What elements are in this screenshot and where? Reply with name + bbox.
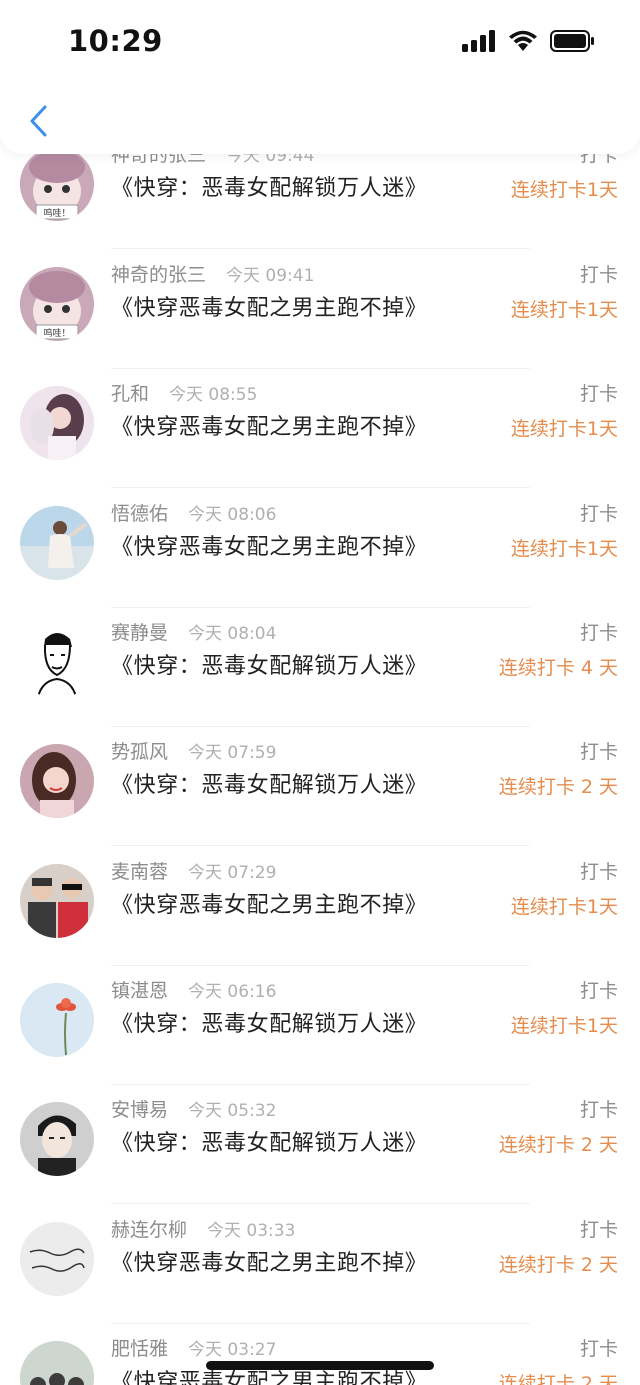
book-title[interactable]: 《快穿：恶毒女配解锁万人迷》 [111,1125,427,1157]
name-line: 神奇的张三 今天 09:41 [111,260,314,287]
book-title[interactable]: 《快穿恶毒女配之男主跑不掉》 [111,529,427,561]
book-title[interactable]: 《快穿：恶毒女配解锁万人迷》 [111,170,427,202]
row-divider [111,845,530,846]
streak-label: 连续打卡1天 [510,1015,618,1037]
checkin-label: 打卡 [579,503,618,525]
name-line: 肥恬雅 今天 03:27 [111,1334,276,1361]
streak-label: 连续打卡1天 [510,538,618,560]
battery-icon [550,30,596,56]
name-line: 安博易 今天 05:32 [111,1095,276,1122]
book-title[interactable]: 《快穿恶毒女配之男主跑不掉》 [111,887,427,919]
flower-avatar[interactable] [20,983,94,1057]
book-title[interactable]: 《快穿恶毒女配之男主跑不掉》 [111,290,427,322]
checkin-label: 打卡 [579,1338,618,1360]
user-name[interactable]: 孔和 [111,379,149,406]
name-line: 孔和 今天 08:55 [111,379,257,406]
wifi-icon [508,30,538,56]
name-line: 赛静曼 今天 08:04 [111,618,276,645]
list-item[interactable]: 赛静曼 今天 08:04 《快穿：恶毒女配解锁万人迷》 打卡 连续打卡 4 天 [0,608,640,727]
checkin-time: 今天 09:41 [226,266,315,286]
checkin-time: 今天 07:29 [188,863,277,883]
book-title[interactable]: 《快穿恶毒女配之男主跑不掉》 [111,1245,427,1277]
checkin-label: 打卡 [579,383,618,405]
list-item[interactable]: 呜哇！ 神奇的张三 今天 09:41 《快穿恶毒女配之男主跑不掉》 打卡 连续打… [0,250,640,369]
user-name[interactable]: 安博易 [111,1095,168,1122]
name-line: 镇湛恩 今天 06:16 [111,976,276,1003]
row-divider [111,487,530,488]
name-line: 赫连尔柳 今天 03:33 [111,1215,295,1242]
beach-photo-avatar[interactable] [20,506,94,580]
checkin-time: 今天 07:59 [188,743,277,763]
name-line: 麦南蓉 今天 07:29 [111,857,276,884]
couple-photo-avatar[interactable] [20,864,94,938]
list-item[interactable]: 肥恬雅 今天 03:27 《快穿恶毒女配之男主跑不掉》 打卡 连续打卡 2 天 [0,1324,640,1385]
svg-text:呜哇！: 呜哇！ [43,207,70,219]
checkin-time: 今天 08:04 [188,624,277,644]
checkin-label: 打卡 [579,264,618,286]
user-name[interactable]: 势孤风 [111,737,168,764]
woman-portrait-avatar[interactable] [20,744,94,818]
anime-girl-avatar[interactable]: 呜哇！ [20,267,94,341]
book-title[interactable]: 《快穿恶毒女配之男主跑不掉》 [111,409,427,441]
user-name[interactable]: 神奇的张三 [111,260,206,287]
checkin-label: 打卡 [579,622,618,644]
girl-photo-avatar[interactable] [20,386,94,460]
checkin-time: 今天 03:27 [188,1340,277,1360]
group-photo-avatar[interactable] [20,1341,94,1385]
back-button[interactable] [18,98,58,144]
checkin-label: 打卡 [579,741,618,763]
checkin-time: 今天 03:33 [207,1221,296,1241]
streak-label: 连续打卡 2 天 [498,776,618,798]
streak-label: 连续打卡 2 天 [498,1254,618,1276]
list-item[interactable]: 孔和 今天 08:55 《快穿恶毒女配之男主跑不掉》 打卡 连续打卡1天 [0,369,640,488]
book-title[interactable]: 《快穿：恶毒女配解锁万人迷》 [111,767,427,799]
sketch-man-avatar[interactable] [20,625,94,699]
list-item[interactable]: 镇湛恩 今天 06:16 《快穿：恶毒女配解锁万人迷》 打卡 连续打卡1天 [0,966,640,1085]
list-item[interactable]: 悟德佑 今天 08:06 《快穿恶毒女配之男主跑不掉》 打卡 连续打卡1天 [0,489,640,608]
checkin-label: 打卡 [579,980,618,1002]
nav-header: 10:29 [0,0,640,154]
list-item[interactable]: 麦南蓉 今天 07:29 《快穿恶毒女配之男主跑不掉》 打卡 连续打卡1天 [0,847,640,966]
svg-text:呜哇！: 呜哇！ [43,327,70,339]
user-name[interactable]: 悟德佑 [111,499,168,526]
streak-label: 连续打卡 2 天 [498,1134,618,1156]
user-name[interactable]: 镇湛恩 [111,976,168,1003]
anime-girl-avatar[interactable]: 呜哇！ [20,147,94,221]
user-name[interactable]: 赛静曼 [111,618,168,645]
signal-icon [462,30,496,56]
status-time: 10:29 [68,24,163,58]
screen: 呜哇！ 神奇的张三 今天 09:44 《快穿：恶毒女配解锁万人迷》 打卡 连续打… [0,0,640,1385]
home-indicator[interactable] [206,1361,434,1370]
checkin-label: 打卡 [579,1219,618,1241]
streak-label: 连续打卡1天 [510,418,618,440]
man-portrait-avatar[interactable] [20,1102,94,1176]
checkin-label: 打卡 [579,1099,618,1121]
status-icons [462,30,596,56]
calligraphy-avatar[interactable] [20,1222,94,1296]
row-divider [111,1203,530,1204]
user-name[interactable]: 麦南蓉 [111,857,168,884]
list-item[interactable]: 势孤风 今天 07:59 《快穿：恶毒女配解锁万人迷》 打卡 连续打卡 2 天 [0,727,640,846]
user-name[interactable]: 肥恬雅 [111,1334,168,1361]
streak-label: 连续打卡1天 [510,299,618,321]
checkin-time: 今天 06:16 [188,982,277,1002]
list-item[interactable]: 安博易 今天 05:32 《快穿：恶毒女配解锁万人迷》 打卡 连续打卡 2 天 [0,1085,640,1204]
book-title[interactable]: 《快穿：恶毒女配解锁万人迷》 [111,648,427,680]
streak-label: 连续打卡1天 [510,896,618,918]
list-item[interactable]: 赫连尔柳 今天 03:33 《快穿恶毒女配之男主跑不掉》 打卡 连续打卡 2 天 [0,1205,640,1324]
streak-label: 连续打卡 2 天 [498,1373,618,1385]
name-line: 势孤风 今天 07:59 [111,737,276,764]
streak-label: 连续打卡 4 天 [498,657,618,679]
name-line: 悟德佑 今天 08:06 [111,499,276,526]
streak-label: 连续打卡1天 [510,179,618,201]
checkin-time: 今天 08:06 [188,505,277,525]
user-name[interactable]: 赫连尔柳 [111,1215,187,1242]
checkin-label: 打卡 [579,861,618,883]
checkin-time: 今天 05:32 [188,1101,277,1121]
book-title[interactable]: 《快穿：恶毒女配解锁万人迷》 [111,1006,427,1038]
chevron-left-icon [30,105,47,137]
checkin-time: 今天 08:55 [169,385,258,405]
row-divider [111,248,530,249]
